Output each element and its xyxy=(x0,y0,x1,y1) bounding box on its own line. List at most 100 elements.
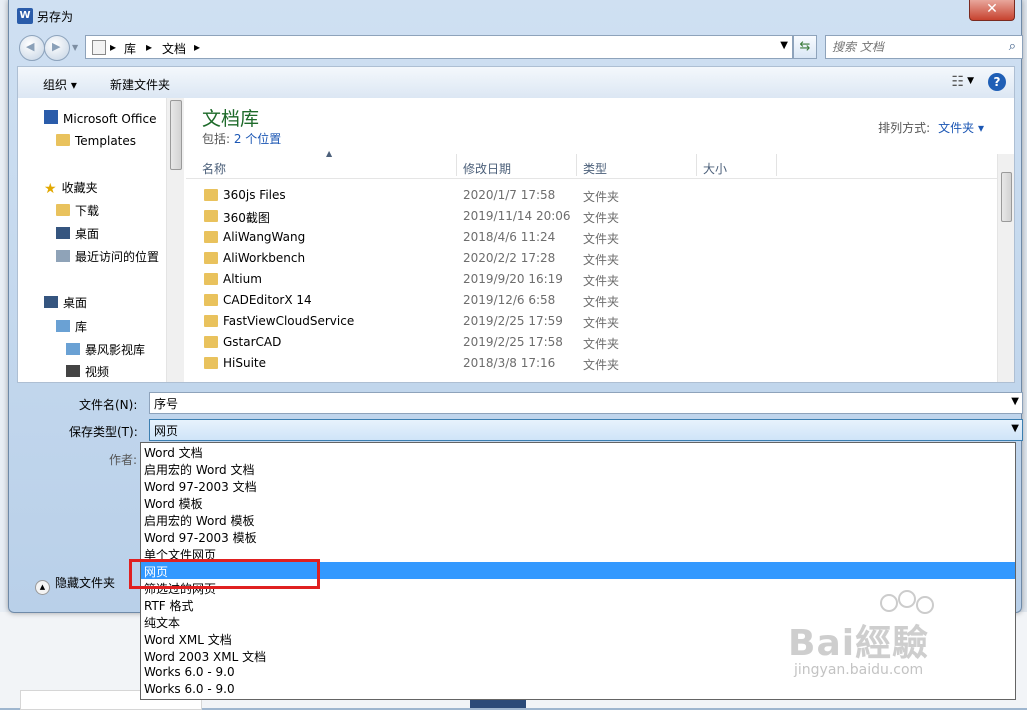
file-name: CADEditorX 14 xyxy=(223,293,312,307)
file-type: 文件夹 xyxy=(583,232,620,246)
breadcrumb-separator-icon[interactable]: ▸ xyxy=(110,40,116,54)
column-divider[interactable] xyxy=(696,154,697,176)
filetype-label: 保存类型(T): xyxy=(69,425,138,439)
navigation-scrollbar[interactable] xyxy=(166,98,184,382)
help-icon[interactable]: ? xyxy=(988,73,1006,91)
table-row[interactable]: GstarCAD 2019/2/25 17:58 文件夹 xyxy=(186,333,998,354)
arrange-by-dropdown[interactable]: 文件夹 ▾ xyxy=(938,121,984,135)
sidebar-item-recent-places[interactable]: 最近访问的位置 xyxy=(56,248,159,265)
option-label: RTF 格式 xyxy=(144,599,194,613)
file-date: 2019/11/14 20:06 xyxy=(463,209,571,223)
sidebar-item-libraries[interactable]: 库 xyxy=(56,318,87,335)
filetype-option[interactable]: Word 文档 xyxy=(141,443,1015,460)
star-icon: ★ xyxy=(44,181,57,197)
sidebar-item-label: 桌面 xyxy=(63,296,88,310)
table-row[interactable]: FastViewCloudService 2019/2/25 17:59 文件夹 xyxy=(186,312,998,333)
table-row[interactable]: AliWorkbench 2020/2/2 17:28 文件夹 xyxy=(186,249,998,270)
file-type: 文件夹 xyxy=(583,337,620,351)
library-title: 文档库 xyxy=(202,108,260,130)
sidebar-item-baofeng-library[interactable]: 暴风影视库 xyxy=(66,341,145,358)
column-type[interactable]: 类型 xyxy=(583,160,607,178)
hide-folders-label: 隐藏文件夹 xyxy=(55,576,116,590)
forward-button[interactable] xyxy=(44,35,70,61)
table-row[interactable]: Altium 2019/9/20 16:19 文件夹 xyxy=(186,270,998,291)
column-name[interactable]: 名称 xyxy=(202,160,226,178)
address-bar[interactable]: ▸ 库 ▸ 文档 ▸ ▼ xyxy=(85,35,793,59)
chevron-down-icon[interactable]: ▼ xyxy=(1011,423,1019,434)
file-date: 2019/2/25 17:59 xyxy=(463,314,563,328)
folder-icon xyxy=(204,252,218,264)
sort-ascending-icon: ▲ xyxy=(326,149,333,158)
file-type: 文件夹 xyxy=(583,274,620,288)
back-button[interactable] xyxy=(19,35,45,61)
sidebar-item-desktop[interactable]: 桌面 xyxy=(56,225,99,242)
chevron-down-icon[interactable]: ▼ xyxy=(1011,396,1019,407)
breadcrumb-separator-icon[interactable]: ▸ xyxy=(146,40,152,54)
organize-button[interactable]: 组织 ▾ xyxy=(43,76,77,93)
column-divider[interactable] xyxy=(456,154,457,176)
column-divider[interactable] xyxy=(576,154,577,176)
desktop-icon xyxy=(56,227,70,239)
watermark-brand: Bai經驗 xyxy=(788,623,930,664)
table-row[interactable]: 360截图 2019/11/14 20:06 文件夹 xyxy=(186,207,998,228)
sidebar-item-downloads[interactable]: 下载 xyxy=(56,202,99,219)
file-name: AliWorkbench xyxy=(223,251,306,265)
option-label: Word 97-2003 模板 xyxy=(144,531,257,545)
sidebar-item-desktop-root[interactable]: 桌面 xyxy=(44,294,87,311)
address-dropdown-icon[interactable]: ▼ xyxy=(780,40,788,51)
table-row[interactable]: CADEditorX 14 2019/12/6 6:58 文件夹 xyxy=(186,291,998,312)
sidebar-item-videos[interactable]: 视频 xyxy=(66,363,109,380)
new-folder-button[interactable]: 新建文件夹 xyxy=(110,76,170,93)
filetype-option[interactable]: 启用宏的 Word 模板 xyxy=(141,511,1015,528)
word-app-icon: W xyxy=(17,8,33,24)
arrange-by-label: 排列方式: xyxy=(878,121,931,135)
sidebar-item-templates[interactable]: Templates xyxy=(56,134,136,148)
sidebar-item-label: 桌面 xyxy=(75,227,100,241)
close-button[interactable]: ✕ xyxy=(969,0,1015,21)
view-options-icon[interactable]: ☷ xyxy=(951,74,964,90)
filename-field[interactable]: 序号 ▼ xyxy=(149,392,1023,414)
breadcrumb-library[interactable]: 库 xyxy=(124,40,136,57)
file-list-scrollbar[interactable] xyxy=(997,154,1014,382)
file-list-scrollbar-thumb[interactable] xyxy=(1001,172,1012,222)
paw-icon xyxy=(898,590,916,608)
table-row[interactable]: AliWangWang 2018/4/6 11:24 文件夹 xyxy=(186,228,998,249)
filetype-option[interactable]: Word 模板 xyxy=(141,494,1015,511)
table-row[interactable]: HiSuite 2018/3/8 17:16 文件夹 xyxy=(186,354,998,375)
folder-icon xyxy=(204,357,218,369)
title-bar[interactable]: W 另存为 ✕ xyxy=(9,0,1021,32)
table-row[interactable]: 360js Files 2020/1/7 17:58 文件夹 xyxy=(186,186,998,207)
history-chevron-icon[interactable]: ▼ xyxy=(72,43,78,52)
sidebar-item-favorites[interactable]: ★ 收藏夹 xyxy=(44,179,98,197)
breadcrumb-documents[interactable]: 文档 xyxy=(162,40,186,57)
filetype-select[interactable]: 网页 ▼ xyxy=(149,419,1023,441)
option-label: Works 6.0 - 9.0 xyxy=(144,682,235,696)
paw-icon xyxy=(880,594,898,612)
annotation-highlight-box xyxy=(129,559,320,589)
sidebar-item-microsoft-office[interactable]: Microsoft Office xyxy=(44,110,156,126)
option-label: Word XML 文档 xyxy=(144,633,232,647)
search-icon[interactable]: ⌕ xyxy=(1009,39,1016,54)
includes-locations-link[interactable]: 2 个位置 xyxy=(234,132,281,146)
breadcrumb-separator-icon[interactable]: ▸ xyxy=(194,40,200,54)
option-label: 启用宏的 Word 模板 xyxy=(144,514,255,528)
search-input[interactable] xyxy=(830,38,994,56)
option-label: Word 文档 xyxy=(144,446,203,460)
library-icon xyxy=(56,320,70,332)
recent-places-icon xyxy=(56,250,70,262)
column-divider[interactable] xyxy=(776,154,777,176)
column-modified[interactable]: 修改日期 xyxy=(463,160,511,178)
sidebar-item-label: 暴风影视库 xyxy=(85,343,146,357)
sidebar-item-label: 最近访问的位置 xyxy=(75,250,160,264)
navigation-scrollbar-thumb[interactable] xyxy=(170,100,182,170)
filetype-option[interactable]: Word 97-2003 文档 xyxy=(141,477,1015,494)
view-dropdown-icon[interactable]: ▼ xyxy=(967,76,974,86)
search-box[interactable]: ⌕ xyxy=(825,35,1023,59)
library-icon xyxy=(66,343,80,355)
filetype-option[interactable]: Word 97-2003 模板 xyxy=(141,528,1015,545)
column-header: 名称 ▲ 修改日期 类型 大小 xyxy=(186,149,998,179)
refresh-button[interactable]: ⇆ xyxy=(793,35,817,59)
hide-folders-button[interactable]: ▲ 隐藏文件夹 xyxy=(35,574,115,595)
column-size[interactable]: 大小 xyxy=(703,160,727,178)
filetype-option[interactable]: 启用宏的 Word 文档 xyxy=(141,460,1015,477)
